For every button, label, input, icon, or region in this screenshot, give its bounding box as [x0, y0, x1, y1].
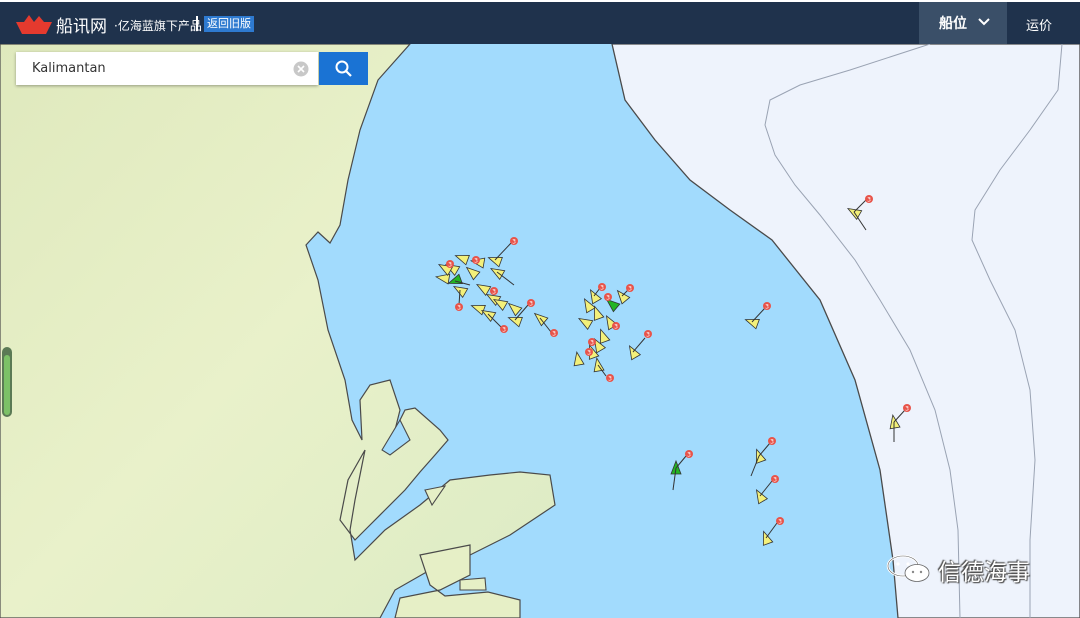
svg-text:3: 3: [529, 301, 533, 308]
old-version-link[interactable]: 返回旧版: [204, 16, 254, 32]
search-icon: [335, 60, 352, 77]
svg-text:3: 3: [606, 295, 610, 302]
svg-text:3: 3: [614, 324, 618, 331]
svg-text:3: 3: [687, 452, 691, 459]
chevron-down-icon: [978, 18, 990, 26]
tab-freight[interactable]: 运价: [1026, 15, 1052, 34]
svg-text:3: 3: [590, 340, 594, 347]
svg-text:3: 3: [552, 331, 556, 338]
tab-ship-position[interactable]: 船位: [919, 2, 1007, 44]
clear-icon[interactable]: [293, 61, 309, 77]
divider: [196, 16, 198, 31]
svg-text:3: 3: [770, 439, 774, 446]
svg-text:3: 3: [628, 286, 632, 293]
svg-text:3: 3: [457, 305, 461, 312]
svg-text:3: 3: [512, 239, 516, 246]
svg-text:3: 3: [778, 519, 782, 526]
svg-text:3: 3: [773, 477, 777, 484]
svg-text:3: 3: [502, 327, 506, 334]
svg-text:3: 3: [492, 289, 496, 296]
zoom-slider[interactable]: [2, 347, 12, 417]
svg-text:3: 3: [646, 332, 650, 339]
search-input[interactable]: [16, 52, 286, 85]
watermark-text: 信德海事: [938, 560, 1030, 586]
tab-label: 船位: [939, 16, 967, 32]
svg-text:3: 3: [867, 197, 871, 204]
search-box: [16, 52, 318, 85]
brand-tagline: ·亿海蓝旗下产品: [114, 19, 202, 33]
zoom-level-fill: [4, 355, 10, 415]
svg-text:3: 3: [587, 350, 591, 357]
map-canvas[interactable]: 3 3 3 3 3 3 3 3 3 3 3 3 3 3 3 3 3 3 3 3 …: [0, 44, 1080, 618]
top-navbar: 船讯网 ·亿海蓝旗下产品 返回旧版 船位 运价: [0, 2, 1080, 44]
svg-text:3: 3: [608, 376, 612, 383]
search-button[interactable]: [319, 52, 368, 85]
svg-text:3: 3: [448, 262, 452, 269]
svg-text:3: 3: [600, 285, 604, 292]
wechat-icon: [886, 555, 930, 582]
ship-logo-icon[interactable]: [16, 14, 52, 34]
brand-name[interactable]: 船讯网: [56, 12, 107, 37]
svg-text:3: 3: [765, 304, 769, 311]
svg-text:3: 3: [474, 258, 478, 265]
land-islet: [459, 577, 487, 591]
svg-text:3: 3: [905, 406, 909, 413]
